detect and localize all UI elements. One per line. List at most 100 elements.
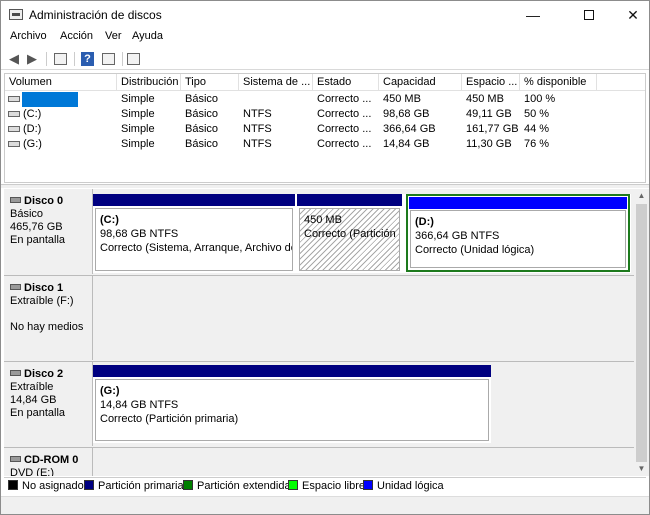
volume-list-header: Volumen Distribución Tipo Sistema de ...… [5, 74, 645, 91]
toolbar-separator [46, 52, 47, 66]
column-porcentaje-disponible[interactable]: % disponible [520, 74, 597, 91]
cdrom-0-label[interactable]: CD-ROM 0 DVD (E:) [4, 448, 93, 476]
partition-recovery[interactable]: 450 MB Correcto (Partición d [297, 194, 402, 273]
show-hide-console-tree-button[interactable] [54, 53, 67, 65]
maximize-button[interactable] [567, 1, 611, 29]
pane-splitter[interactable] [1, 184, 649, 188]
legend-no-asignado: No asignado [8, 480, 84, 492]
cell-tipo: Básico [185, 123, 219, 135]
menu-bar: Archivo Acción Ver Ayuda [1, 29, 649, 47]
cell-distribucion: Simple [121, 108, 155, 120]
disk-separator [4, 275, 634, 276]
table-row[interactable]: (G:) Simple Básico NTFS Correcto ... 14,… [5, 137, 645, 152]
disk-separator [4, 447, 634, 448]
close-button[interactable]: ✕ [611, 1, 650, 29]
cell-volumen: (C:) [23, 108, 42, 120]
disk-map: Disco 0 Básico 465,76 GB En pantalla (C:… [4, 189, 634, 476]
help-button[interactable]: ? [81, 52, 94, 66]
legend-label: Partición extendida [197, 480, 291, 492]
legend-swatch [183, 480, 193, 490]
scroll-up-icon[interactable]: ▲ [637, 191, 646, 200]
back-button[interactable]: ◀ [5, 51, 23, 67]
legend: No asignado Partición primaria Partición… [4, 477, 646, 495]
forward-button[interactable]: ▶ [23, 51, 41, 67]
partition-g[interactable]: (G:) 14,84 GB NTFS Correcto (Partición p… [93, 365, 491, 443]
disk-icon [10, 370, 21, 376]
menu-archivo[interactable]: Archivo [10, 30, 47, 42]
menu-accion[interactable]: Acción [60, 30, 93, 42]
partition-name: (C:) [100, 214, 119, 226]
column-espacio-disponible[interactable]: Espacio ... [462, 74, 520, 91]
disk-size [10, 308, 92, 321]
partition-body: 450 MB Correcto (Partición d [299, 208, 400, 271]
partition-c[interactable]: (C:) 98,68 GB NTFS Correcto (Sistema, Ar… [93, 194, 295, 273]
disk-status: En pantalla [10, 407, 66, 419]
legend-particion-primaria: Partición primaria [84, 480, 184, 492]
legend-swatch [363, 480, 373, 490]
menu-ayuda[interactable]: Ayuda [132, 30, 163, 42]
disk-status: En pantalla [10, 234, 66, 246]
cell-sistema: NTFS [243, 138, 272, 150]
arrow-right-icon: ▶ [27, 51, 37, 66]
cell-espacio: 161,77 GB [466, 123, 519, 135]
disk-size: 14,84 GB [10, 394, 57, 406]
disk-type: Extraíble (F:) [10, 295, 74, 307]
minimize-button[interactable]: — [511, 1, 555, 29]
disk-management-icon [9, 9, 23, 20]
disk-0-label[interactable]: Disco 0 Básico 465,76 GB En pantalla [4, 189, 93, 274]
table-row[interactable]: (D:) Simple Básico NTFS Correcto ... 366… [5, 122, 645, 137]
column-tipo[interactable]: Tipo [181, 74, 239, 91]
disk-2-partitions: (G:) 14,84 GB NTFS Correcto (Partición p… [93, 365, 491, 443]
disk-status: No hay medios [10, 321, 84, 333]
column-distribucion[interactable]: Distribución [117, 74, 181, 91]
view-button[interactable] [127, 53, 140, 65]
column-volumen[interactable]: Volumen [5, 74, 117, 91]
partition-status: Correcto (Unidad lógica) [415, 244, 535, 256]
toolbar: ◀ ▶ ? [1, 48, 649, 70]
cell-tipo: Básico [185, 108, 219, 120]
volume-icon [8, 126, 20, 132]
disk-1-label[interactable]: Disco 1 Extraíble (F:) No hay medios [4, 276, 93, 360]
partition-size: 366,64 GB NTFS [415, 230, 500, 242]
partition-d[interactable]: (D:) 366,64 GB NTFS Correcto (Unidad lóg… [406, 194, 630, 272]
cell-espacio: 450 MB [466, 93, 504, 105]
primary-partition-bar [93, 194, 295, 206]
cell-estado: Correcto ... [317, 93, 372, 105]
logical-drive-bar [409, 197, 627, 209]
volume-icon [8, 96, 20, 102]
scroll-down-icon[interactable]: ▼ [637, 464, 646, 473]
column-estado[interactable]: Estado [313, 74, 379, 91]
table-row[interactable]: (C:) Simple Básico NTFS Correcto ... 98,… [5, 107, 645, 122]
title-bar: Administración de discos — ✕ [1, 1, 649, 29]
partition-status: Correcto (Sistema, Arranque, Archivo de … [100, 242, 293, 254]
partition-size: 14,84 GB NTFS [100, 399, 179, 411]
legend-label: No asignado [22, 480, 84, 492]
disk-2-label[interactable]: Disco 2 Extraíble 14,84 GB En pantalla [4, 362, 93, 446]
legend-swatch [288, 480, 298, 490]
status-bar [1, 496, 649, 514]
disk-map-scrollbar[interactable]: ▲ ▼ [634, 189, 649, 476]
legend-particion-extendida: Partición extendida [183, 480, 291, 492]
cell-estado: Correcto ... [317, 138, 372, 150]
column-capacidad[interactable]: Capacidad [379, 74, 462, 91]
toolbar-separator [122, 52, 123, 66]
menu-ver[interactable]: Ver [105, 30, 122, 42]
disk-type: Básico [10, 208, 44, 220]
disk-type: DVD (E:) [10, 467, 54, 476]
cell-tipo: Básico [185, 138, 219, 150]
cell-porcentaje: 50 % [524, 108, 550, 120]
cell-capacidad: 450 MB [383, 93, 421, 105]
scroll-thumb[interactable] [636, 204, 647, 462]
cell-distribucion: Simple [121, 138, 155, 150]
column-sistema-archivos[interactable]: Sistema de ... [239, 74, 313, 91]
partition-name: (D:) [415, 216, 434, 228]
legend-label: Partición primaria [98, 480, 184, 492]
table-row[interactable]: Simple Básico Correcto ... 450 MB 450 MB… [5, 92, 645, 107]
cell-distribucion: Simple [121, 93, 155, 105]
legend-swatch [84, 480, 94, 490]
cell-espacio: 11,30 GB [466, 138, 512, 150]
cell-capacidad: 14,84 GB [383, 138, 430, 150]
partition-body: (D:) 366,64 GB NTFS Correcto (Unidad lóg… [410, 210, 626, 268]
properties-button[interactable] [102, 53, 115, 65]
partition-status: Correcto (Partición d [304, 228, 400, 240]
